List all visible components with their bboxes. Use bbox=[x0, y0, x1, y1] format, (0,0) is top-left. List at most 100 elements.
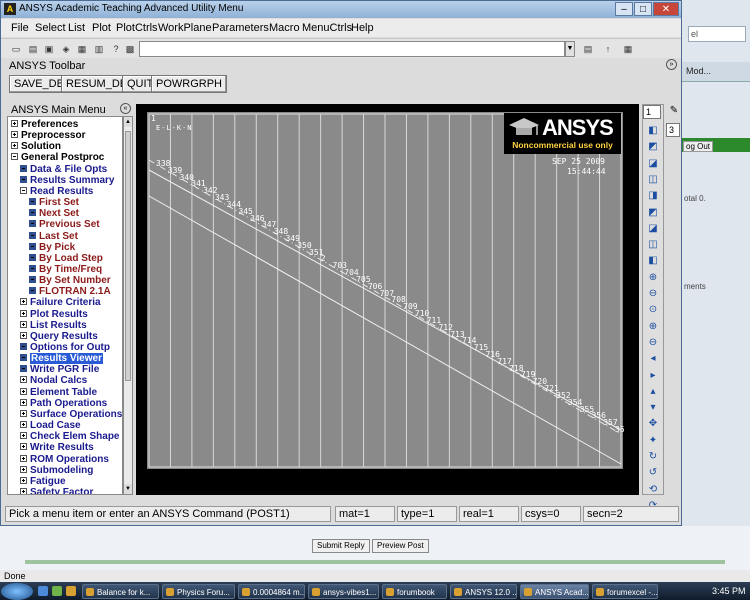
menu-tree-item[interactable]: Previous Set bbox=[29, 219, 100, 230]
right-view-icon[interactable]: ◪ bbox=[646, 157, 660, 171]
command-dropdown-icon[interactable]: ▼ bbox=[565, 41, 575, 57]
browser-search-input[interactable]: el bbox=[688, 26, 746, 42]
front-view-icon[interactable]: ◩ bbox=[646, 140, 660, 154]
menu-tree-item[interactable]: Solution bbox=[11, 141, 61, 152]
expand-icon[interactable] bbox=[11, 131, 18, 139]
expand-icon[interactable] bbox=[20, 376, 27, 384]
menu-tree-item[interactable]: Results Summary bbox=[20, 175, 114, 186]
pan-up-icon[interactable]: ▴ bbox=[646, 385, 660, 399]
taskbar-item[interactable]: ansys-vibes1... bbox=[308, 584, 379, 599]
scroll-thumb[interactable] bbox=[125, 131, 131, 381]
menu-tree-item[interactable]: Path Operations bbox=[20, 398, 107, 409]
command-icon[interactable] bbox=[29, 287, 36, 295]
dynamic-rotate-icon[interactable]: ✎ bbox=[667, 105, 681, 119]
command-icon[interactable] bbox=[29, 264, 36, 272]
menu-tree-item[interactable]: By Time/Freq bbox=[29, 264, 102, 275]
toolbar-collapse-icon[interactable]: » bbox=[666, 59, 677, 70]
toolbar-icon-b[interactable]: ↑ bbox=[601, 42, 615, 56]
expand-icon[interactable] bbox=[20, 454, 27, 462]
expand-icon[interactable] bbox=[20, 409, 27, 417]
iso-view-icon[interactable]: ◧ bbox=[646, 124, 660, 138]
menu-select[interactable]: Select bbox=[35, 22, 66, 34]
menu-tree-item[interactable]: By Load Step bbox=[29, 253, 103, 264]
menu-plotctrls[interactable]: PlotCtrls bbox=[116, 22, 158, 34]
expand-icon[interactable] bbox=[20, 320, 27, 328]
command-icon[interactable] bbox=[29, 209, 36, 217]
browser-tab[interactable]: Mod... bbox=[686, 66, 711, 76]
taskbar-item[interactable]: Balance for k... bbox=[82, 584, 159, 599]
expand-icon[interactable] bbox=[20, 398, 27, 406]
spin-icon[interactable]: ⟲ bbox=[646, 483, 660, 497]
menu-tree-item[interactable]: General Postproc bbox=[11, 152, 104, 163]
box-zoom-icon[interactable]: ⊖ bbox=[646, 287, 660, 301]
expand-icon[interactable] bbox=[20, 387, 27, 395]
back-view-icon[interactable]: ◨ bbox=[646, 189, 660, 203]
print-icon[interactable]: ▦ bbox=[75, 42, 89, 56]
menu-tree-item[interactable]: Safety Factor bbox=[20, 487, 93, 494]
quicklaunch-icon-2[interactable] bbox=[52, 586, 62, 596]
command-icon[interactable] bbox=[29, 231, 36, 239]
command-icon[interactable] bbox=[20, 365, 27, 373]
expand-icon[interactable] bbox=[20, 331, 27, 339]
menu-tree-item[interactable]: Nodal Calcs bbox=[20, 375, 87, 386]
menu-workplane[interactable]: WorkPlane bbox=[158, 22, 212, 34]
command-icon[interactable] bbox=[29, 242, 36, 250]
expand-icon[interactable] bbox=[20, 487, 27, 494]
menu-plot[interactable]: Plot bbox=[92, 22, 111, 34]
save-db-button[interactable]: SAVE_DB bbox=[9, 75, 69, 93]
toolbar-icon-a[interactable]: ▤ bbox=[581, 42, 595, 56]
menu-tree-item[interactable]: Check Elem Shape bbox=[20, 431, 119, 442]
menu-tree-item[interactable]: By Set Number bbox=[29, 275, 111, 286]
title-bar[interactable]: A ANSYS Academic Teaching Advanced Utili… bbox=[1, 1, 681, 18]
command-icon[interactable] bbox=[20, 175, 27, 183]
new-file-icon[interactable]: ▭ bbox=[9, 42, 23, 56]
quicklaunch-icon-1[interactable] bbox=[38, 586, 48, 596]
scroll-up-icon[interactable]: ▲ bbox=[124, 117, 132, 127]
command-input[interactable] bbox=[139, 41, 565, 57]
rotate-y-icon[interactable]: ✦ bbox=[646, 434, 660, 448]
menu-tree-item[interactable]: Last Set bbox=[29, 231, 78, 242]
collapse-icon[interactable] bbox=[11, 153, 18, 161]
menu-tree-item[interactable]: Options for Outp bbox=[20, 342, 110, 353]
command-icon[interactable] bbox=[20, 164, 27, 172]
menu-tree-item[interactable]: Submodeling bbox=[20, 465, 93, 476]
expand-icon[interactable] bbox=[20, 421, 27, 429]
menu-file[interactable]: File bbox=[11, 22, 29, 34]
pan-zoom-icon[interactable]: ◈ bbox=[59, 42, 73, 56]
collapse-icon[interactable] bbox=[20, 186, 27, 194]
expand-icon[interactable] bbox=[20, 298, 27, 306]
expand-icon[interactable] bbox=[11, 120, 18, 127]
menu-tree-item[interactable]: Data & File Opts bbox=[20, 164, 107, 175]
pan-right-icon[interactable]: ▸ bbox=[646, 369, 660, 383]
menu-tree-item[interactable]: Read Results bbox=[20, 186, 93, 197]
fit-view-icon[interactable]: ◧ bbox=[646, 254, 660, 268]
menu-tree-item[interactable]: FLOTRAN 2.1A bbox=[29, 286, 111, 297]
menu-tree-item[interactable]: Failure Criteria bbox=[20, 297, 101, 308]
expand-icon[interactable] bbox=[20, 432, 27, 440]
menu-tree-item[interactable]: Preferences bbox=[11, 119, 78, 130]
command-icon[interactable] bbox=[20, 354, 27, 362]
menu-macro[interactable]: Macro bbox=[269, 22, 300, 34]
taskbar-item[interactable]: 0.0004864 m... bbox=[238, 584, 305, 599]
expand-icon[interactable] bbox=[11, 142, 18, 150]
expand-icon[interactable] bbox=[20, 309, 27, 317]
menu-tree-item[interactable]: Element Table bbox=[20, 387, 97, 398]
rotate-neg-icon[interactable]: ↺ bbox=[646, 466, 660, 480]
menu-help[interactable]: Help bbox=[351, 22, 374, 34]
taskbar-item[interactable]: forumbook bbox=[382, 584, 447, 599]
side-select[interactable]: 3 bbox=[666, 123, 680, 137]
minimize-button[interactable]: – bbox=[615, 2, 633, 16]
submit-reply-button[interactable]: Submit Reply bbox=[312, 539, 370, 553]
tree-scrollbar[interactable]: ▲ ▼ bbox=[123, 116, 133, 495]
main-menu-collapse-icon[interactable]: « bbox=[120, 103, 131, 114]
pan-left-icon[interactable]: ◂ bbox=[646, 352, 660, 366]
start-button[interactable] bbox=[1, 583, 33, 600]
taskbar-item[interactable]: ANSYS 12.0 ... bbox=[450, 584, 517, 599]
command-icon[interactable]: ▩ bbox=[123, 42, 137, 56]
expand-icon[interactable] bbox=[20, 476, 27, 484]
maximize-button[interactable]: □ bbox=[634, 2, 652, 16]
top-view-icon[interactable]: ◫ bbox=[646, 173, 660, 187]
menu-tree-item[interactable]: Load Case bbox=[20, 420, 81, 431]
menu-tree-item[interactable]: Query Results bbox=[20, 331, 98, 342]
open-file-icon[interactable]: ▤ bbox=[26, 42, 40, 56]
